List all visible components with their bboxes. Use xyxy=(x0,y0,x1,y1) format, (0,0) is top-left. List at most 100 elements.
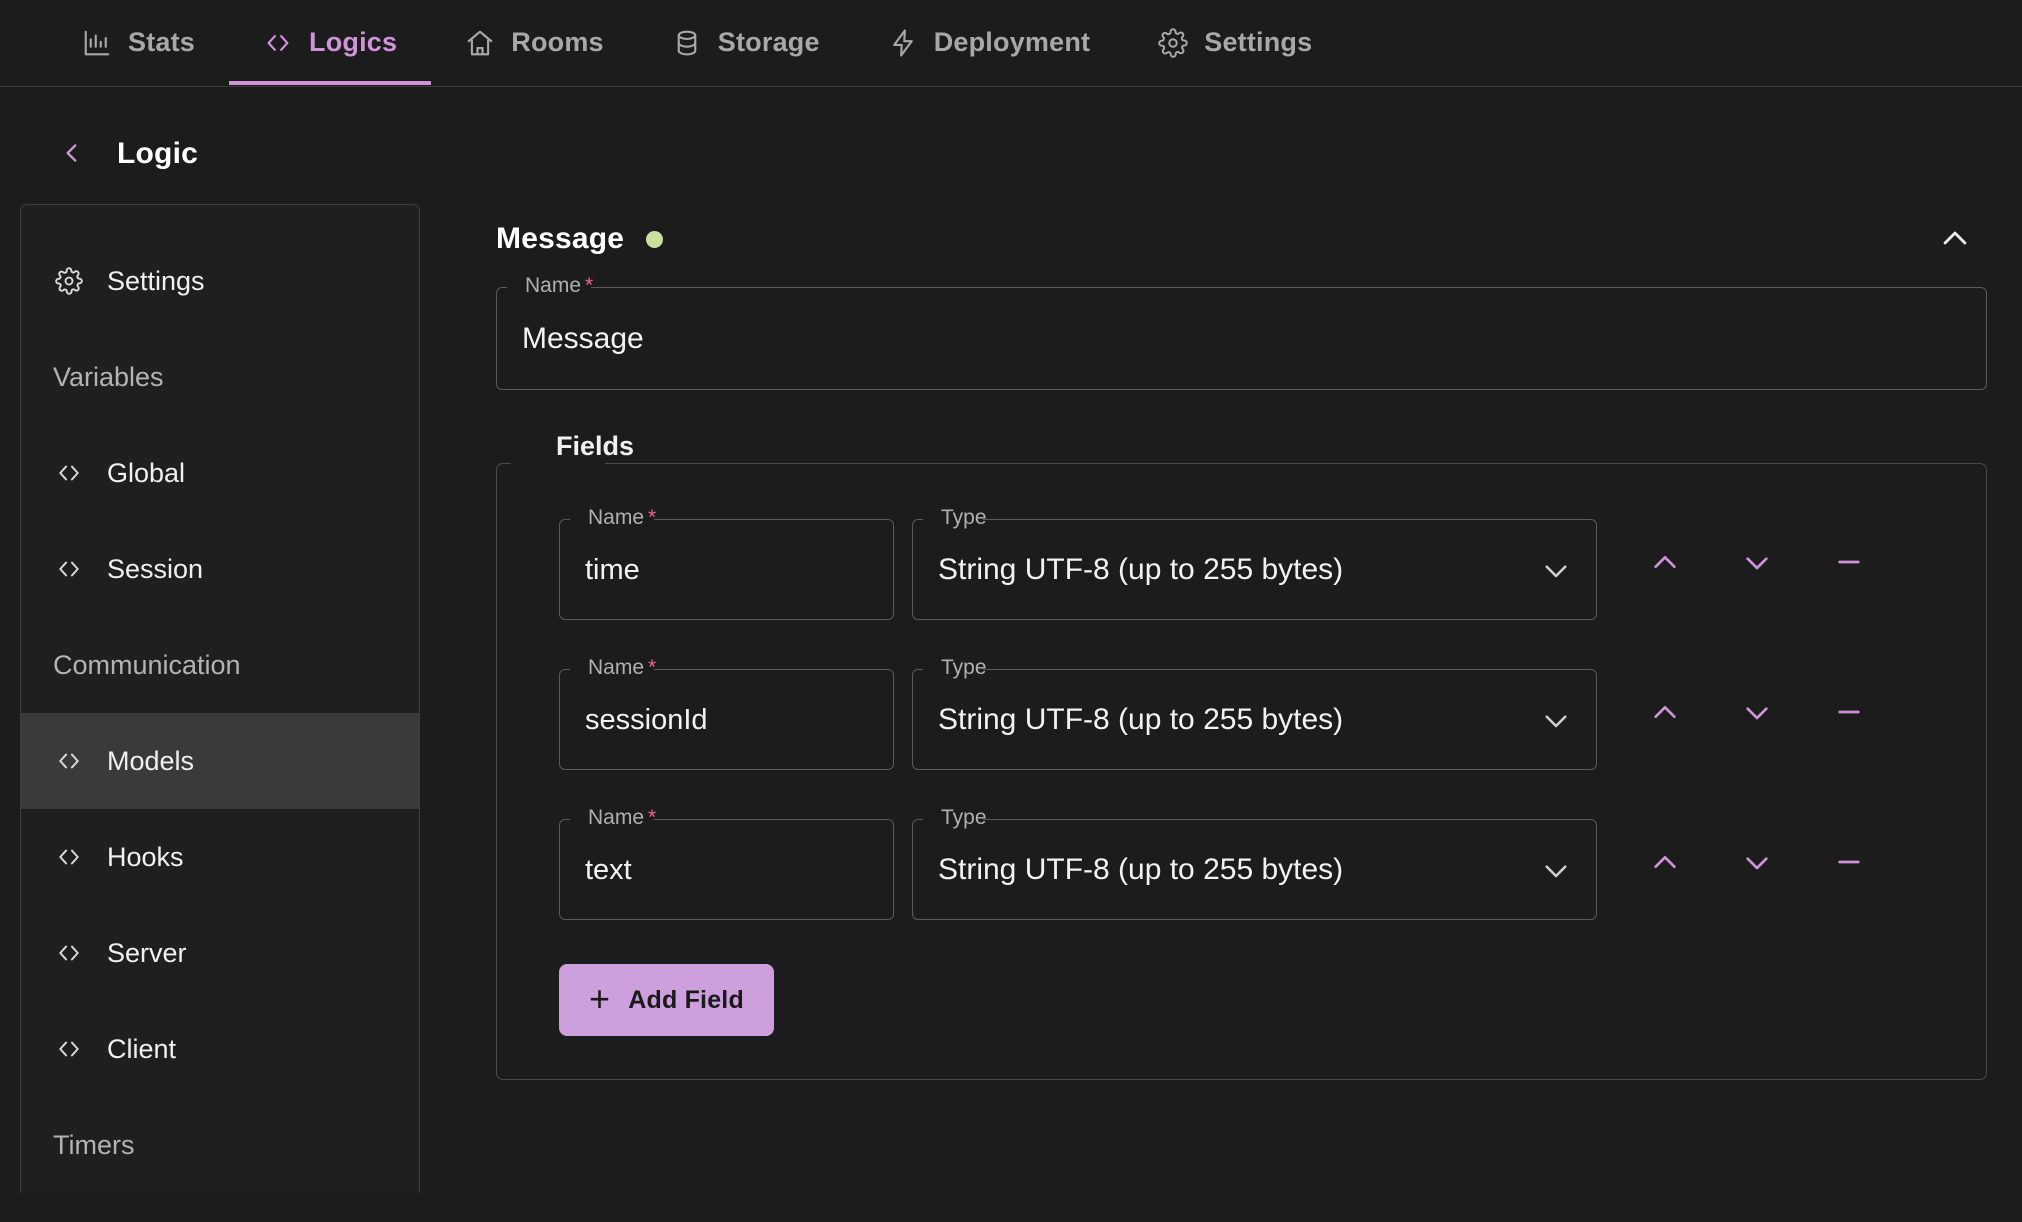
sidebar-group-label: Communication xyxy=(53,649,241,680)
field-row-actions xyxy=(1639,837,1875,889)
code-brackets-icon xyxy=(53,939,85,967)
nav-tab-label: Logics xyxy=(309,27,398,57)
sidebar-item-hooks[interactable]: Hooks xyxy=(21,809,419,905)
nav-tab-label: Deployment xyxy=(933,27,1091,57)
lightning-bolt-icon xyxy=(888,28,918,58)
sidebar-group-label: Timers xyxy=(53,1129,135,1160)
chevron-up-icon xyxy=(1649,846,1681,881)
field-row: Name * Name* Type Type String UTF-8 (up … xyxy=(526,656,1957,770)
nav-tab-deployment[interactable]: Deployment xyxy=(854,0,1125,85)
field-row: Name * Name* Type Type String UTF-8 (up … xyxy=(526,506,1957,620)
nav-tab-label: Storage xyxy=(717,27,820,57)
sidebar-group-variables: Variables xyxy=(21,329,419,425)
chevron-up-icon xyxy=(1649,696,1681,731)
sidebar-item-label: Session xyxy=(107,553,204,584)
move-field-up-button[interactable] xyxy=(1639,687,1691,739)
nav-tab-storage[interactable]: Storage xyxy=(638,0,854,85)
code-brackets-icon xyxy=(53,843,85,871)
model-panel-header: Message xyxy=(496,204,1987,274)
fields-group: Fields Fields Name * Name* Type Type Str… xyxy=(496,433,1987,1080)
model-editor-panel: Message Name * Name* Fields Fields xyxy=(420,204,2022,1080)
move-field-up-button[interactable] xyxy=(1639,837,1691,889)
gear-icon xyxy=(1158,27,1188,58)
move-field-down-button[interactable] xyxy=(1731,837,1783,889)
sidebar-group-communication: Communication xyxy=(21,617,419,713)
model-name-field[interactable]: Name * Name* xyxy=(496,275,1987,390)
add-field-button[interactable]: + Add Field xyxy=(559,964,774,1036)
model-name-input[interactable] xyxy=(496,288,1987,390)
field-type-wrapper[interactable]: Type Type String UTF-8 (up to 255 bytes) xyxy=(912,807,1597,920)
field-name-input[interactable] xyxy=(559,820,894,920)
remove-field-button[interactable] xyxy=(1823,837,1875,889)
nav-tab-logics[interactable]: Logics xyxy=(229,0,432,85)
field-name-input[interactable] xyxy=(559,670,894,770)
sidebar-item-label: Models xyxy=(107,745,195,776)
database-icon xyxy=(672,28,702,58)
sidebar-item-client[interactable]: Client xyxy=(21,1001,419,1097)
code-brackets-icon xyxy=(53,747,85,775)
page-header: Logic xyxy=(0,87,2022,179)
sidebar-group-label: Variables xyxy=(53,361,164,392)
field-type-select[interactable]: String UTF-8 (up to 255 bytes) xyxy=(912,670,1597,770)
field-type-value: String UTF-8 (up to 255 bytes) xyxy=(938,853,1344,886)
remove-field-button[interactable] xyxy=(1823,537,1875,589)
code-brackets-icon xyxy=(53,1035,85,1063)
remove-field-button[interactable] xyxy=(1823,687,1875,739)
fields-group-label: Fields xyxy=(556,431,635,461)
sidebar-item-server[interactable]: Server xyxy=(21,905,419,1001)
chevron-down-icon xyxy=(1533,697,1579,743)
nav-tab-settings[interactable]: Settings xyxy=(1124,0,1346,85)
content-area: Settings Variables Global Session Commun… xyxy=(0,179,2022,1193)
field-type-value: String UTF-8 (up to 255 bytes) xyxy=(938,703,1344,736)
sidebar-item-models[interactable]: Models xyxy=(21,713,419,809)
sidebar-group-timers: Timers xyxy=(21,1097,419,1193)
nav-tab-label: Rooms xyxy=(511,27,604,57)
sidebar-item-session[interactable]: Session xyxy=(21,521,419,617)
chevron-up-icon xyxy=(1938,221,1972,258)
sidebar-item-label: Settings xyxy=(107,265,205,296)
move-field-down-button[interactable] xyxy=(1731,537,1783,589)
chevron-left-icon xyxy=(59,138,85,171)
field-row-actions xyxy=(1639,537,1875,589)
field-type-wrapper[interactable]: Type Type String UTF-8 (up to 255 bytes) xyxy=(912,507,1597,620)
chevron-down-icon xyxy=(1741,696,1773,731)
move-field-up-button[interactable] xyxy=(1639,537,1691,589)
chevron-down-icon xyxy=(1741,546,1773,581)
nav-tab-label: Stats xyxy=(128,27,196,57)
top-navigation-bar: Stats Logics Rooms Storage Deployment Se… xyxy=(0,0,2022,87)
sidebar-item-label: Global xyxy=(107,457,186,488)
sidebar-item-settings[interactable]: Settings xyxy=(21,233,419,329)
move-field-down-button[interactable] xyxy=(1731,687,1783,739)
back-button[interactable] xyxy=(55,137,89,171)
field-row: Name * Name* Type Type String UTF-8 (up … xyxy=(526,806,1957,920)
nav-tab-stats[interactable]: Stats xyxy=(48,0,229,85)
nav-tab-label: Settings xyxy=(1204,27,1313,57)
field-name-wrapper[interactable]: Name * Name* xyxy=(559,807,894,920)
model-title: Message xyxy=(496,222,625,255)
minus-icon xyxy=(1833,546,1865,581)
field-type-wrapper[interactable]: Type Type String UTF-8 (up to 255 bytes) xyxy=(912,657,1597,770)
field-type-select[interactable]: String UTF-8 (up to 255 bytes) xyxy=(912,820,1597,920)
field-name-input[interactable] xyxy=(559,520,894,620)
minus-icon xyxy=(1833,696,1865,731)
nav-tab-rooms[interactable]: Rooms xyxy=(431,0,638,85)
status-badge xyxy=(646,230,664,248)
sidebar-item-global[interactable]: Global xyxy=(21,425,419,521)
chevron-down-icon xyxy=(1533,847,1579,893)
code-brackets-icon xyxy=(263,28,293,58)
sidebar-item-label: Client xyxy=(107,1033,177,1064)
chevron-up-icon xyxy=(1649,546,1681,581)
field-row-actions xyxy=(1639,687,1875,739)
field-name-wrapper[interactable]: Name * Name* xyxy=(559,657,894,770)
chevron-down-icon xyxy=(1741,846,1773,881)
minus-icon xyxy=(1833,846,1865,881)
sidebar-item-label: Server xyxy=(107,937,187,968)
collapse-panel-button[interactable] xyxy=(1933,217,1977,261)
sidebar: Settings Variables Global Session Commun… xyxy=(20,204,420,1193)
field-name-wrapper[interactable]: Name * Name* xyxy=(559,507,894,620)
sidebar-item-label: Hooks xyxy=(107,841,184,872)
code-brackets-icon xyxy=(53,555,85,583)
code-brackets-icon xyxy=(53,459,85,487)
field-type-select[interactable]: String UTF-8 (up to 255 bytes) xyxy=(912,520,1597,620)
gear-icon xyxy=(53,267,85,295)
